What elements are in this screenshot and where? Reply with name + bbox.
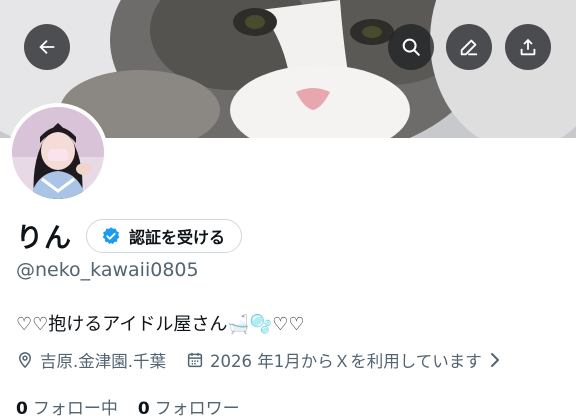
profile-meta: 吉原.金津園.千葉 2026 年1月からＸを利用しています (16, 348, 502, 372)
following-link[interactable]: 0 フォロー中 (16, 394, 118, 419)
calendar-icon (187, 352, 203, 368)
joined-text: 2026 年1月からＸを利用しています (210, 352, 482, 371)
display-name: りん (16, 223, 72, 254)
followers-link[interactable]: 0 フォロワー (138, 394, 240, 419)
get-verified-label: 認証を受ける (129, 227, 226, 247)
get-verified-button[interactable]: 認証を受ける (86, 218, 243, 253)
location-item: 吉原.金津園.千葉 (16, 348, 166, 372)
arrow-left-icon (39, 39, 55, 55)
following-label: フォロー中 (32, 399, 118, 419)
avatar-photo (12, 107, 104, 199)
joined-item[interactable]: 2026 年1月からＸを利用しています (186, 348, 502, 372)
chevron-right-icon (490, 353, 499, 367)
profile-bio: ♡♡抱けるアイドル屋さん🛁🫧♡♡ (16, 314, 305, 335)
search-button[interactable] (388, 24, 434, 70)
following-count: 0 (16, 399, 28, 419)
follow-stats: 0 フォロー中 0 フォロワー (16, 394, 240, 419)
pencil-icon (460, 39, 478, 56)
location-text: 吉原.金津園.千葉 (40, 352, 166, 371)
user-handle: @neko_kawaii0805 (16, 259, 199, 281)
followers-label: フォロワー (154, 399, 240, 419)
share-button[interactable] (505, 24, 551, 70)
edit-button[interactable] (446, 24, 492, 70)
share-upload-icon (520, 38, 536, 56)
back-button[interactable] (24, 24, 70, 70)
profile-avatar[interactable] (8, 103, 108, 203)
search-icon (402, 38, 420, 56)
verified-badge-icon (102, 226, 120, 244)
followers-count: 0 (137, 399, 150, 419)
profile-name-row: りん 認証を受ける (16, 216, 243, 255)
location-pin-icon (18, 352, 32, 369)
